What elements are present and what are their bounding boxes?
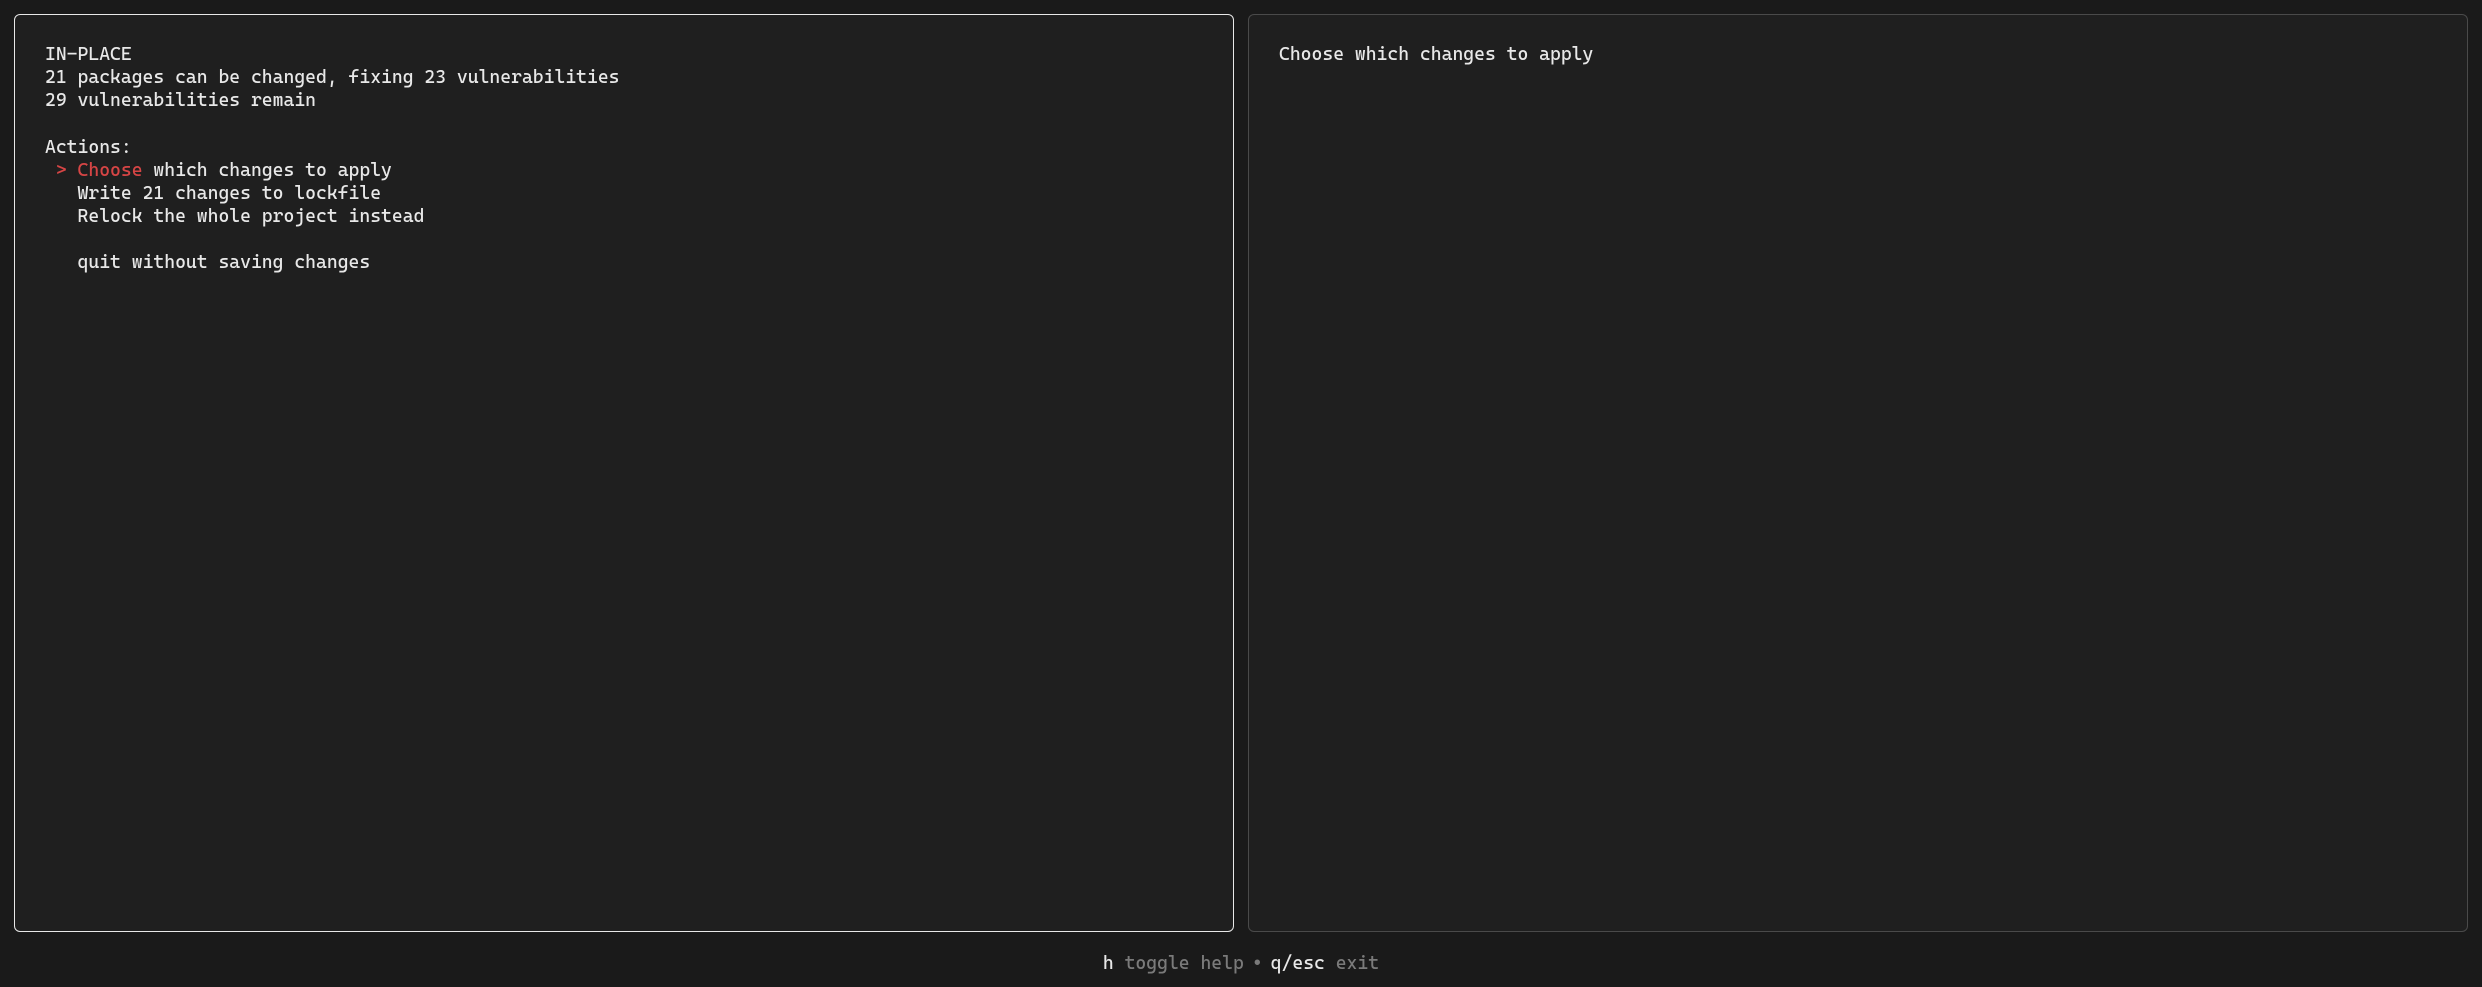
- spacer: [45, 228, 1203, 251]
- selector-icon: >: [45, 160, 78, 181]
- action-quit[interactable]: quit without saving changes: [45, 251, 1203, 274]
- action-write-label: Write 21 changes to lockfile: [78, 183, 382, 204]
- summary-line-1: 21 packages can be changed, fixing 23 vu…: [45, 66, 1203, 89]
- exit-label: exit: [1325, 953, 1379, 974]
- mode-header: IN-PLACE: [45, 43, 1203, 66]
- right-panel-title: Choose which changes to apply: [1279, 43, 2437, 66]
- right-panel: Choose which changes to apply: [1248, 14, 2468, 932]
- indent: [45, 183, 78, 204]
- help-label: toggle help: [1114, 953, 1244, 974]
- main-panels: IN-PLACE 21 packages can be changed, fix…: [0, 0, 2482, 946]
- indent: [45, 206, 78, 227]
- action-choose-highlight: Choose: [78, 160, 143, 181]
- spacer: [45, 112, 1203, 135]
- action-relock-label: Relock the whole project instead: [78, 206, 425, 227]
- exit-key: q/esc: [1271, 953, 1325, 974]
- action-choose[interactable]: > Choose which changes to apply: [45, 159, 1203, 182]
- footer-hints: h toggle help • q/esc exit: [0, 946, 2482, 987]
- indent: [45, 252, 78, 273]
- help-key: h: [1103, 953, 1114, 974]
- action-quit-label: quit without saving changes: [78, 252, 371, 273]
- actions-label: Actions:: [45, 136, 1203, 159]
- action-relock[interactable]: Relock the whole project instead: [45, 205, 1203, 228]
- summary-line-2: 29 vulnerabilities remain: [45, 89, 1203, 112]
- action-choose-rest: which changes to apply: [143, 160, 392, 181]
- left-panel[interactable]: IN-PLACE 21 packages can be changed, fix…: [14, 14, 1234, 932]
- separator-icon: •: [1252, 953, 1263, 974]
- action-write[interactable]: Write 21 changes to lockfile: [45, 182, 1203, 205]
